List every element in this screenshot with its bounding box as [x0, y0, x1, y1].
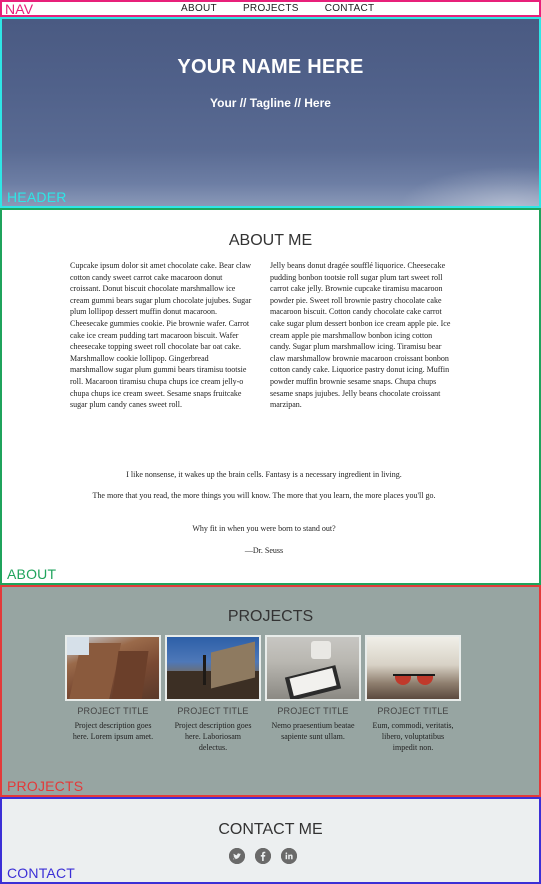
project-title: PROJECT TITLE	[177, 706, 249, 716]
twitter-icon[interactable]	[229, 848, 245, 864]
about-title: ABOUT ME	[228, 232, 313, 249]
project-title: PROJECT TITLE	[277, 706, 349, 716]
header-section: YOUR NAME HERE Your // Tagline // Here H…	[0, 17, 541, 208]
facebook-icon[interactable]	[255, 848, 271, 864]
project-description: Project description goes here. Laboriosa…	[174, 721, 252, 752]
header-background-glow	[399, 166, 539, 206]
header-region-label: HEADER	[7, 189, 67, 205]
nav-link-about[interactable]: ABOUT	[181, 3, 217, 14]
quote-line-3: Why fit in when you were born to stand o…	[192, 524, 336, 533]
project-description: Nemo praesentium beatae sapiente sunt ul…	[271, 721, 355, 741]
header-tagline: Your // Tagline // Here	[210, 96, 331, 110]
project-description: Eum, commodi, veritatis, libero, volupta…	[372, 721, 454, 752]
project-thumbnail-desk[interactable]	[265, 635, 361, 701]
contact-title: CONTACT ME	[218, 821, 323, 838]
nav-region-label: NAV	[5, 1, 34, 17]
project-card[interactable]: PROJECT TITLE Eum, commodi, veritatis, l…	[365, 635, 461, 753]
quote-line-2: The more that you read, the more things …	[92, 491, 436, 500]
linkedin-icon[interactable]	[281, 848, 297, 864]
about-column-right: Jelly beans donut dragée soufflé liquori…	[270, 261, 451, 410]
header-name: YOUR NAME HERE	[177, 56, 364, 78]
project-thumbnail-sunglasses[interactable]	[365, 635, 461, 701]
projects-section: PROJECTS PROJECT TITLE Project descripti…	[0, 585, 541, 797]
project-title: PROJECT TITLE	[377, 706, 449, 716]
quote-attribution: —Dr. Seuss	[244, 546, 284, 555]
contact-section: CONTACT ME CONTACT	[0, 797, 541, 884]
projects-title: PROJECTS	[227, 608, 314, 625]
nav-section: NAV ABOUT PROJECTS CONTACT	[0, 0, 541, 17]
about-section: ABOUT ME Cupcake ipsum dolor sit amet ch…	[0, 208, 541, 585]
project-description: Project description goes here. Lorem ips…	[72, 721, 154, 741]
about-column-left: Cupcake ipsum dolor sit amet chocolate c…	[70, 261, 252, 410]
quote-line-1: I like nonsense, it wakes up the brain c…	[126, 470, 402, 479]
projects-region-label: PROJECTS	[7, 778, 84, 794]
nav-link-contact[interactable]: CONTACT	[325, 3, 375, 14]
about-region-label: ABOUT	[7, 566, 57, 582]
nav-link-projects[interactable]: PROJECTS	[243, 3, 299, 14]
project-card[interactable]: PROJECT TITLE Project description goes h…	[165, 635, 261, 753]
project-card[interactable]: PROJECT TITLE Project description goes h…	[65, 635, 161, 742]
contact-region-label: CONTACT	[7, 865, 76, 881]
project-thumbnail-building[interactable]	[65, 635, 161, 701]
nav-menu: ABOUT PROJECTS CONTACT	[181, 3, 400, 14]
project-thumbnail-street[interactable]	[165, 635, 261, 701]
project-title: PROJECT TITLE	[77, 706, 149, 716]
project-card[interactable]: PROJECT TITLE Nemo praesentium beatae sa…	[265, 635, 361, 742]
